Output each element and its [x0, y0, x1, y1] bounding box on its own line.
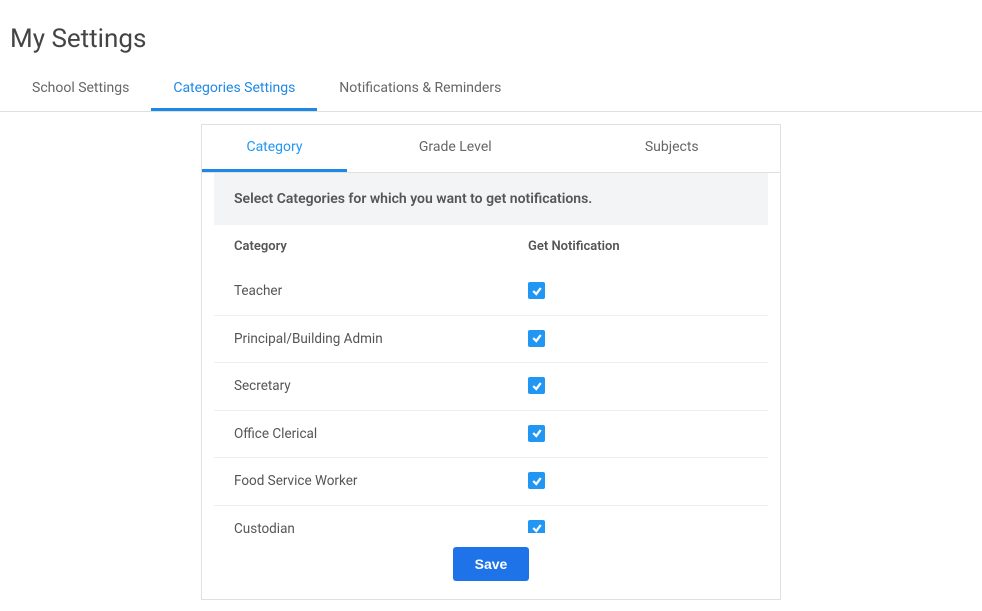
- check-icon: [531, 332, 543, 344]
- header-category: Category: [234, 239, 528, 254]
- header-notification: Get Notification: [528, 239, 748, 254]
- table-header: Category Get Notification: [214, 225, 768, 268]
- table-row: Principal/Building Admin: [214, 316, 768, 364]
- notification-checkbox[interactable]: [528, 520, 545, 534]
- settings-panel: Category Grade Level Subjects Select Cat…: [201, 124, 781, 600]
- instruction-text: Select Categories for which you want to …: [214, 173, 768, 225]
- check-icon: [531, 475, 543, 487]
- check-icon: [531, 380, 543, 392]
- tab-notifications-reminders[interactable]: Notifications & Reminders: [317, 70, 523, 111]
- page-title: My Settings: [0, 0, 982, 70]
- table-row: Food Service Worker: [214, 458, 768, 506]
- tab-categories-settings[interactable]: Categories Settings: [151, 70, 317, 111]
- sub-tab-grade-level[interactable]: Grade Level: [347, 125, 564, 172]
- table-row: Office Clerical: [214, 411, 768, 459]
- table-row: Secretary: [214, 363, 768, 411]
- notification-checkbox[interactable]: [528, 330, 545, 347]
- check-icon: [531, 285, 543, 297]
- table-row: Teacher: [214, 268, 768, 316]
- sub-tab-category[interactable]: Category: [202, 125, 347, 172]
- notification-checkbox[interactable]: [528, 425, 545, 442]
- check-icon: [531, 522, 543, 533]
- category-name: Principal/Building Admin: [234, 331, 528, 347]
- category-name: Teacher: [234, 283, 528, 299]
- category-name: Secretary: [234, 378, 528, 394]
- table-row: Custodian: [214, 506, 768, 534]
- notification-checkbox[interactable]: [528, 377, 545, 394]
- sub-tabs: Category Grade Level Subjects: [202, 125, 780, 173]
- button-row: Save: [202, 533, 780, 599]
- category-name: Office Clerical: [234, 426, 528, 442]
- check-icon: [531, 427, 543, 439]
- tab-school-settings[interactable]: School Settings: [10, 70, 151, 111]
- sub-tab-subjects[interactable]: Subjects: [564, 125, 781, 172]
- notification-checkbox[interactable]: [528, 282, 545, 299]
- category-list-scroll[interactable]: Category Get Notification Teacher Princi…: [214, 225, 768, 533]
- main-tabs: School Settings Categories Settings Noti…: [0, 70, 982, 112]
- notification-checkbox[interactable]: [528, 472, 545, 489]
- category-name: Custodian: [234, 521, 528, 533]
- category-name: Food Service Worker: [234, 473, 528, 489]
- save-button[interactable]: Save: [453, 547, 530, 581]
